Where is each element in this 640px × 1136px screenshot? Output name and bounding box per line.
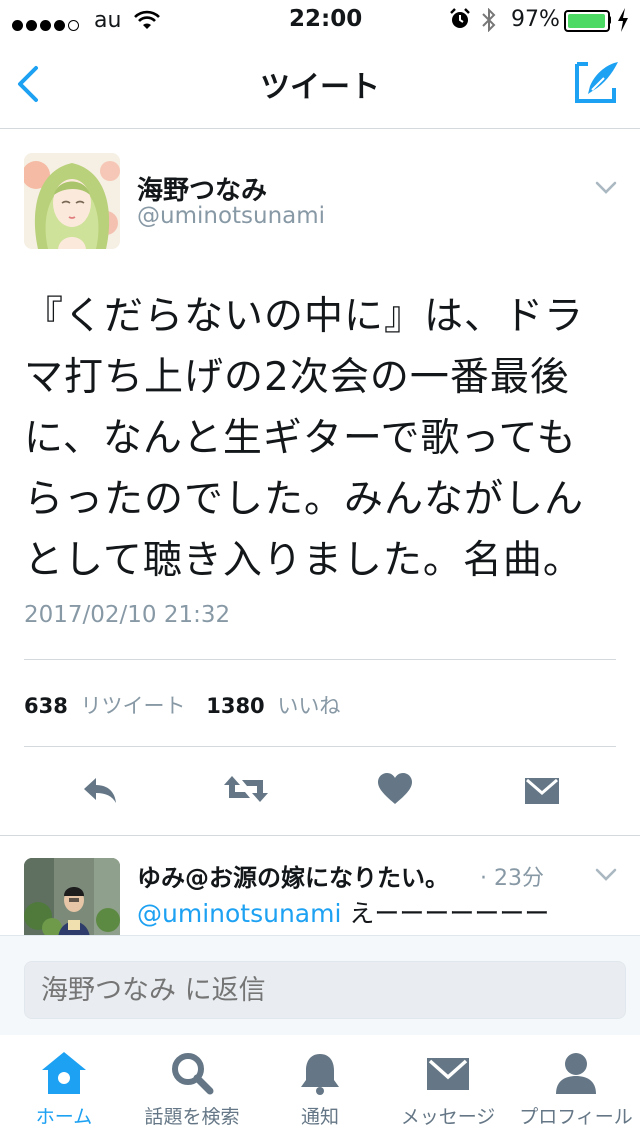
tab-search-label: 話題を検索 <box>144 1106 240 1128</box>
tab-notifications-label: 通知 <box>300 1106 339 1128</box>
reply-input[interactable] <box>24 961 626 1019</box>
user-handle[interactable]: @uminotsunami <box>137 203 325 229</box>
tab-messages[interactable]: メッセージ <box>384 1050 512 1129</box>
tab-search[interactable]: 話題を検索 <box>128 1050 256 1129</box>
tweet-timestamp: 2017/02/10 21:32 <box>24 602 231 628</box>
person-icon <box>556 1053 596 1094</box>
divider <box>24 746 616 747</box>
chevron-down-icon[interactable] <box>595 181 617 195</box>
search-icon <box>172 1053 214 1095</box>
envelope-icon <box>427 1058 469 1090</box>
status-bar: au 22:00 97% <box>0 0 640 40</box>
reply-tweet[interactable]: ゆみ@お源の嫁になりたい。 · 23分 @uminotsunami えーーーーー… <box>0 836 640 935</box>
reply-display-name[interactable]: ゆみ@お源の嫁になりたい。 <box>137 858 449 893</box>
tab-home-label: ホーム <box>35 1106 93 1128</box>
tab-profile[interactable]: プロフィール <box>512 1050 640 1129</box>
carrier-label: au <box>94 8 122 33</box>
tab-notifications[interactable]: 通知 <box>256 1050 384 1129</box>
retweet-icon[interactable] <box>222 772 270 806</box>
tweet-text: 『くだらないの中に』は、ドラマ打ち上げの2次会の一番最後に、なんと生ギターで歌っ… <box>24 294 585 583</box>
like-label[interactable]: いいね <box>277 694 340 718</box>
tab-profile-label: プロフィール <box>519 1106 633 1128</box>
reply-time: · 23分 <box>480 866 544 891</box>
tweet-stats: 638 リツイート 1380 いいね <box>24 690 340 720</box>
signal-strength-icon <box>12 12 82 37</box>
page-title: ツイート <box>260 70 380 105</box>
alarm-icon <box>450 8 470 28</box>
tab-messages-label: メッセージ <box>400 1106 496 1128</box>
home-icon <box>42 1052 86 1094</box>
bluetooth-icon <box>482 8 496 32</box>
like-count[interactable]: 1380 <box>206 694 264 718</box>
tab-home[interactable]: ホーム <box>0 1050 128 1129</box>
nav-divider <box>0 128 640 129</box>
charging-icon <box>618 8 628 32</box>
reply-avatar[interactable] <box>24 858 120 935</box>
wifi-icon <box>134 10 160 29</box>
display-name[interactable]: 海野つなみ <box>137 170 267 207</box>
battery-percent: 97% <box>511 7 560 32</box>
compose-icon[interactable] <box>574 60 620 104</box>
bell-icon <box>301 1054 339 1095</box>
retweet-label[interactable]: リツイート <box>81 694 186 718</box>
reply-text: @uminotsunami えーーーーーーー <box>137 894 617 930</box>
envelope-icon[interactable] <box>523 774 561 806</box>
avatar[interactable] <box>24 153 120 249</box>
reply-body: えーーーーーーー <box>341 899 550 928</box>
reply-icon[interactable] <box>80 774 120 806</box>
retweet-count[interactable]: 638 <box>24 694 68 718</box>
battery-icon <box>564 10 610 32</box>
chevron-down-icon[interactable] <box>595 868 617 882</box>
reply-mention[interactable]: @uminotsunami <box>137 899 341 928</box>
heart-icon[interactable] <box>377 772 413 806</box>
divider <box>24 659 616 660</box>
reply-bar <box>0 935 640 1036</box>
clock: 22:00 <box>289 6 363 32</box>
